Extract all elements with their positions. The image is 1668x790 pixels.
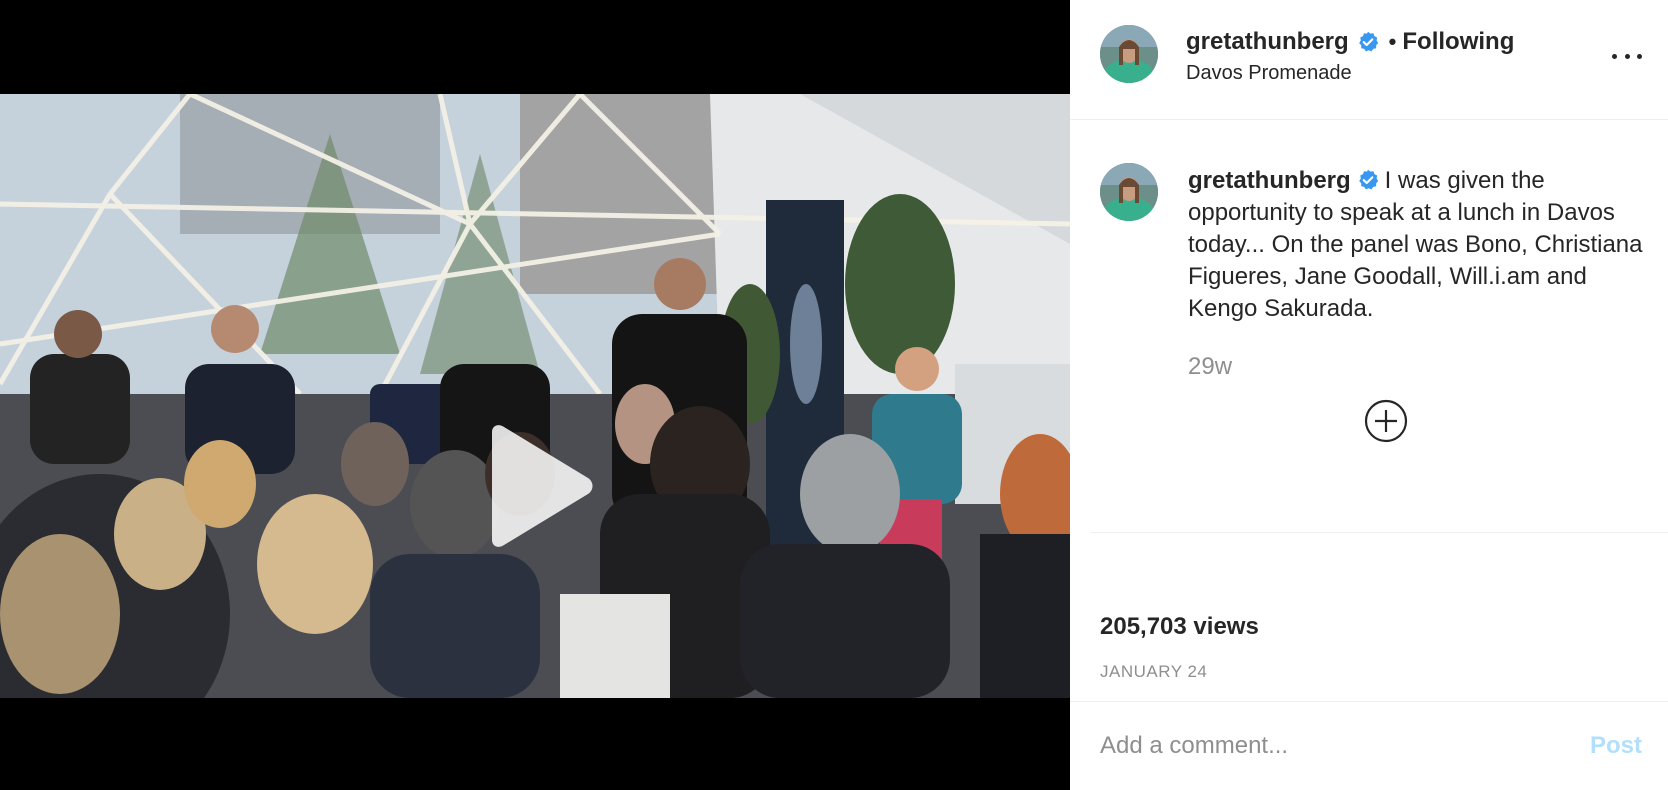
post-sidebar: gretathunberg • Following Davos Promenad… xyxy=(1070,0,1668,790)
following-button[interactable]: Following xyxy=(1402,28,1514,56)
caption-avatar[interactable] xyxy=(1100,163,1158,221)
play-icon xyxy=(492,425,593,547)
separator-dot: • xyxy=(1388,29,1397,54)
play-button[interactable] xyxy=(478,424,596,548)
comment-input[interactable] xyxy=(1100,728,1540,764)
section-divider xyxy=(1090,532,1668,533)
post-date: JANUARY 24 xyxy=(1100,662,1208,681)
profile-avatar[interactable] xyxy=(1100,25,1158,83)
load-more-comments-icon[interactable] xyxy=(1364,399,1408,443)
more-options-icon[interactable] xyxy=(1612,44,1642,68)
verified-badge-icon xyxy=(1357,31,1379,53)
post-header: gretathunberg • Following Davos Promenad… xyxy=(1070,0,1668,120)
header-text: gretathunberg • Following Davos Promenad… xyxy=(1186,28,1514,85)
post-comment-button[interactable]: Post xyxy=(1590,732,1642,760)
video-still-image xyxy=(0,94,1070,698)
verified-badge-icon xyxy=(1357,169,1379,191)
caption-timestamp[interactable]: 29w xyxy=(1188,353,1232,381)
view-count[interactable]: 205,703 views xyxy=(1100,613,1259,641)
comments-section: gretathunberg I was given the opportunit… xyxy=(1070,121,1668,533)
username-link[interactable]: gretathunberg xyxy=(1186,28,1349,56)
location-link[interactable]: Davos Promenade xyxy=(1186,62,1514,85)
video-panel xyxy=(0,0,1070,790)
caption-username-link[interactable]: gretathunberg xyxy=(1188,167,1351,194)
caption: gretathunberg I was given the opportunit… xyxy=(1188,165,1648,325)
comment-bar: Post xyxy=(1070,701,1668,790)
video-player[interactable] xyxy=(0,94,1070,698)
